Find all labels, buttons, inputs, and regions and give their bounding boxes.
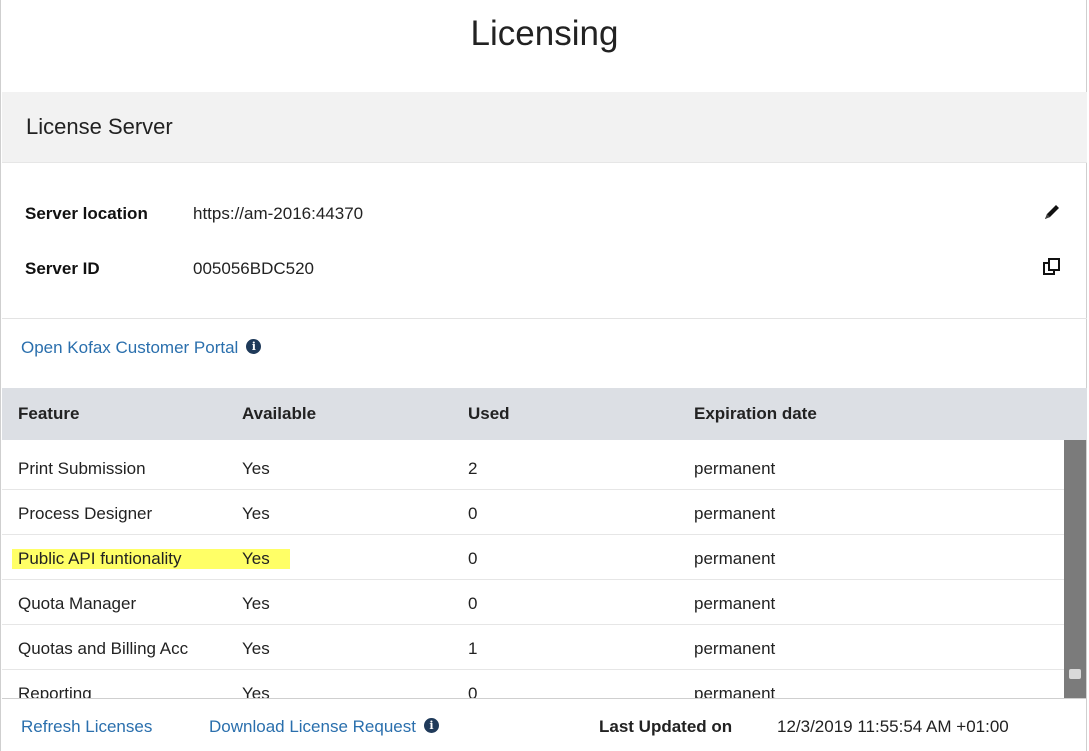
used-cell: 0 [468,594,478,613]
pencil-icon[interactable] [1041,201,1063,223]
expiration-cell: permanent [694,639,776,658]
last-updated-label: Last Updated on [599,717,733,736]
expiration-cell: permanent [694,684,776,698]
feature-cell: Reporting [18,684,92,698]
available-cell: Yes [242,639,270,658]
licensing-panel: Licensing License Server Server location… [0,0,1087,751]
available-cell: Yes [242,459,270,478]
used-cell: 1 [468,639,478,658]
table-row[interactable]: Process Designer Yes 0 permanent [2,490,1064,535]
expiration-cell: permanent [694,459,776,478]
feature-cell: Quota Manager [18,594,137,613]
column-header-expiration-date[interactable]: Expiration date [694,404,817,424]
used-cell: 0 [468,504,478,523]
server-location-label: Server location [25,204,148,223]
customer-portal-link[interactable]: Open Kofax Customer Portal i [21,338,262,358]
available-cell: Yes [242,594,270,613]
server-location-value: https://am-2016:44370 [193,204,364,223]
divider [2,318,1087,319]
expiration-cell: permanent [694,594,776,613]
expiration-cell: permanent [694,549,776,568]
divider [2,698,1087,699]
license-server-header: License Server [2,92,1087,163]
refresh-licenses-link[interactable]: Refresh Licenses [21,717,152,737]
table-row[interactable]: Reporting Yes 0 permanent [2,670,1064,698]
customer-portal-link-label: Open Kofax Customer Portal [21,338,239,357]
last-updated-value: 12/3/2019 11:55:54 AM +01:00 [777,717,1009,736]
scrollbar-thumb[interactable] [1064,440,1086,698]
server-id-label: Server ID [25,259,100,278]
licenses-table-body: Print Submission Yes 2 permanent Process… [2,440,1087,698]
page-title: Licensing [470,14,619,53]
column-header-feature[interactable]: Feature [18,404,79,424]
feature-cell: Process Designer [18,504,153,523]
info-icon[interactable]: i [423,718,439,734]
used-cell: 0 [468,549,478,568]
table-row[interactable]: Quotas and Billing Acc Yes 1 permanent [2,625,1064,670]
copy-icon[interactable] [1041,256,1063,278]
feature-cell: Print Submission [18,459,146,478]
info-icon[interactable]: i [246,339,262,355]
download-license-request-link[interactable]: Download License Request i [209,717,439,737]
table-row[interactable]: Print Submission Yes 2 permanent [2,445,1064,490]
column-header-available[interactable]: Available [242,404,316,424]
table-row-highlighted[interactable]: Public API funtionality Yes 0 permanent [2,535,1064,580]
server-id-value: 005056BDC520 [193,259,314,278]
feature-cell: Public API funtionality [18,549,182,568]
licenses-table-header: Feature Available Used Expiration date [2,388,1087,440]
available-cell: Yes [242,549,270,568]
scrollbar-grip [1069,669,1081,679]
highlighted-feature-available: Public API funtionality Yes [12,549,290,569]
table-row[interactable]: Quota Manager Yes 0 permanent [2,580,1064,625]
column-header-used[interactable]: Used [468,404,510,424]
download-license-request-label: Download License Request [209,717,416,736]
section-title: License Server [26,114,173,139]
expiration-cell: permanent [694,504,776,523]
used-cell: 0 [468,684,478,698]
available-cell: Yes [242,684,270,698]
available-cell: Yes [242,504,270,523]
feature-cell: Quotas and Billing Acc [18,639,189,658]
table-scrollbar[interactable] [1064,440,1086,698]
used-cell: 2 [468,459,478,478]
